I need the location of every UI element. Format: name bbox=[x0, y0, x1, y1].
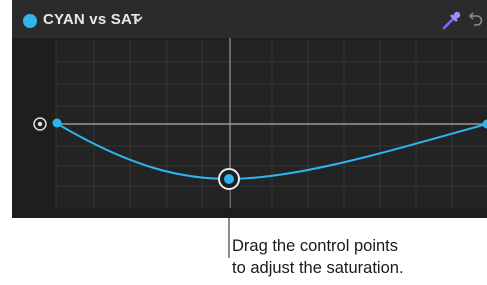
callout-line-1: Drag the control points bbox=[232, 237, 399, 255]
callout-line-2: to adjust the saturation. bbox=[232, 259, 404, 277]
callout-text: Drag the control points to adjust the sa… bbox=[232, 235, 404, 279]
